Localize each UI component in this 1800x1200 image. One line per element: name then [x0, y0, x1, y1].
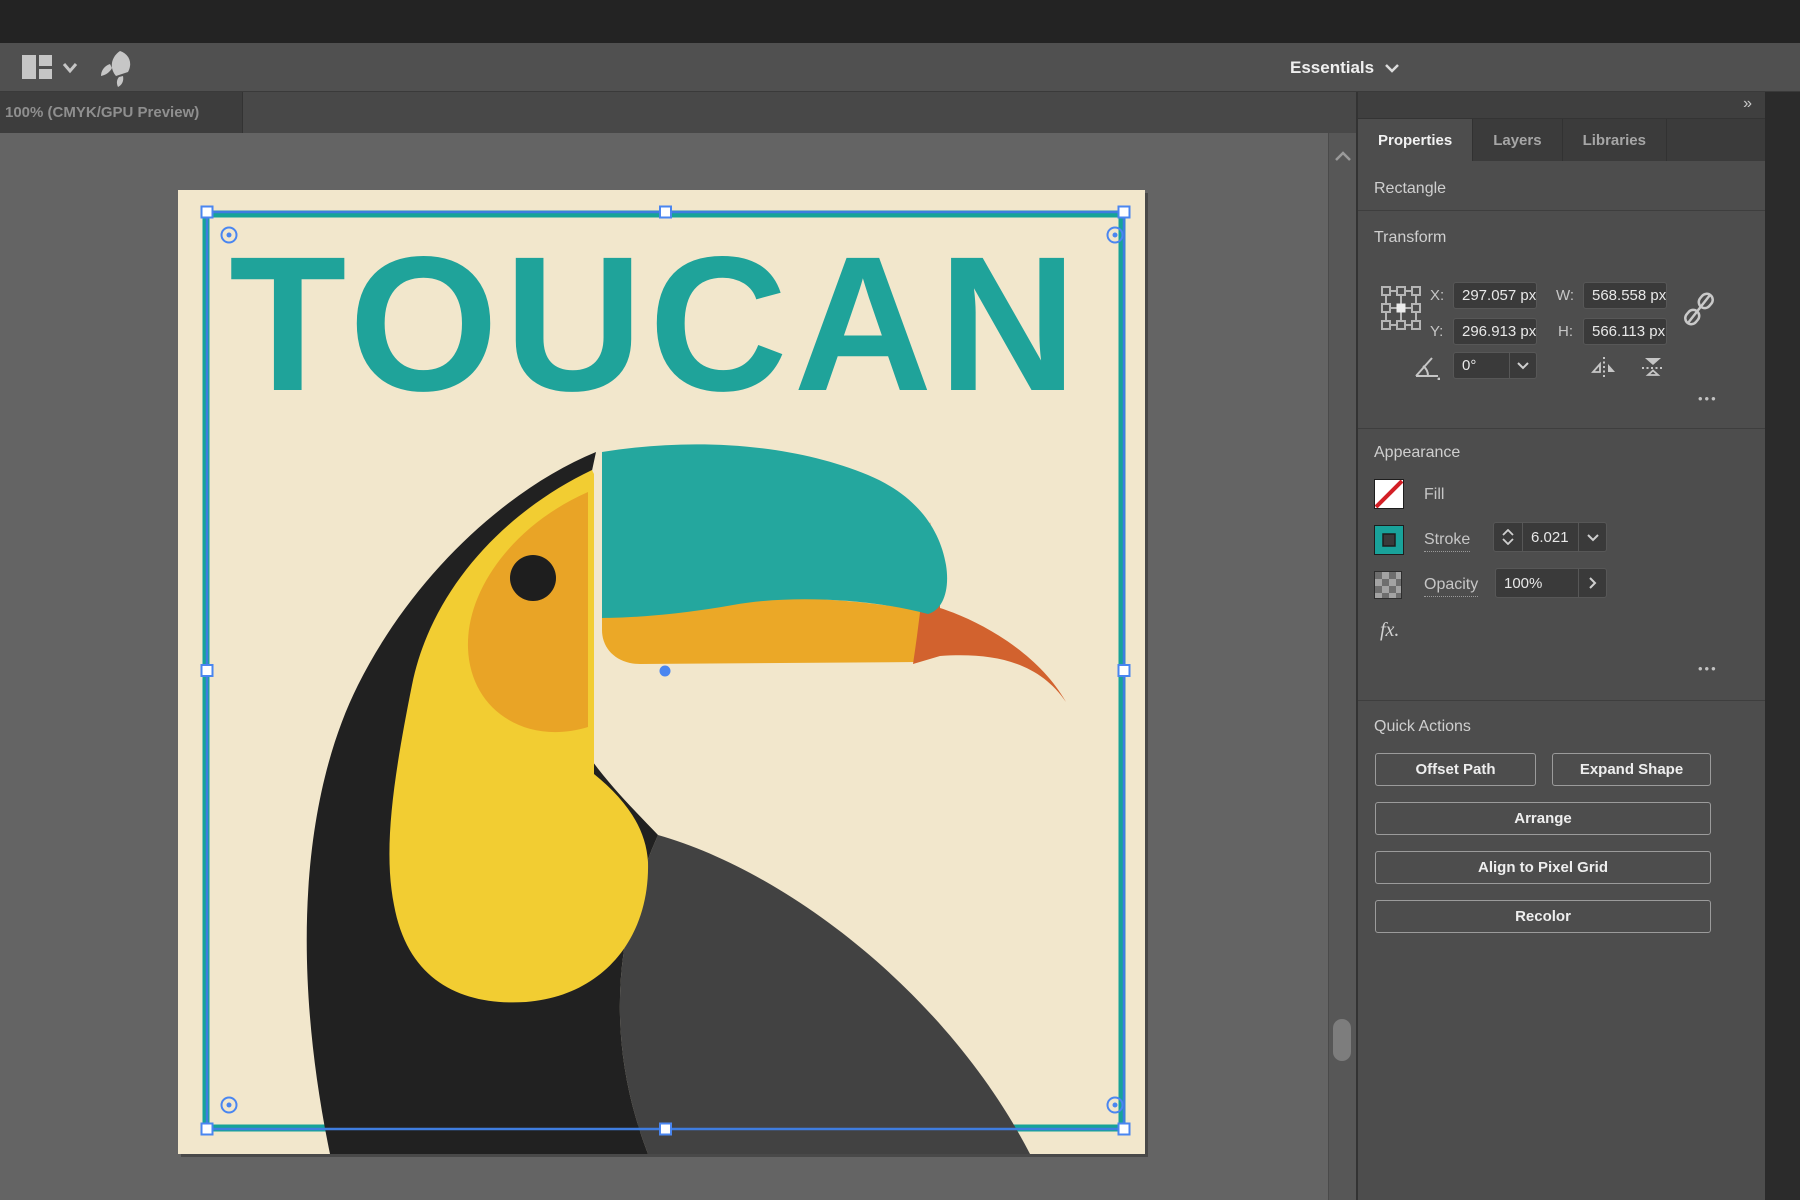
- x-label: X:: [1430, 287, 1444, 304]
- stroke-weight-dropdown[interactable]: [1578, 522, 1607, 552]
- rotation-field[interactable]: 0°: [1453, 352, 1509, 379]
- illustrator-window: Essentials 100% (CMYK/GPU Preview): [0, 0, 1800, 1200]
- fill-label: Fill: [1424, 486, 1444, 504]
- selection-handle-se[interactable]: [1119, 1124, 1130, 1135]
- selection-handle-s[interactable]: [660, 1124, 671, 1135]
- selection-handle-ne[interactable]: [1119, 207, 1130, 218]
- stroke-swatch[interactable]: [1374, 525, 1404, 555]
- x-field[interactable]: 297.057 px: [1453, 282, 1537, 309]
- y-label: Y:: [1430, 323, 1443, 340]
- properties-panel: Rectangle Transform X: 297.057 px W: 568…: [1358, 161, 1765, 1200]
- appearance-heading: Appearance: [1374, 444, 1460, 462]
- panel-dock-strip: »: [1358, 92, 1765, 119]
- selection-handle-n[interactable]: [660, 207, 671, 218]
- tab-libraries[interactable]: Libraries: [1563, 119, 1667, 161]
- artboard-poster: TOUCAN: [178, 190, 1145, 1154]
- y-field[interactable]: 296.913 px: [1453, 318, 1537, 345]
- w-field[interactable]: 568.558 px: [1583, 282, 1667, 309]
- none-fill-icon: [1375, 480, 1403, 508]
- transform-heading: Transform: [1374, 229, 1446, 247]
- stroke-label[interactable]: Stroke: [1424, 531, 1470, 552]
- opacity-swatch[interactable]: [1374, 571, 1402, 599]
- flip-vertical-icon[interactable]: [1641, 356, 1665, 380]
- document-tab-bar: 100% (CMYK/GPU Preview): [0, 92, 1358, 133]
- workspace-label: Essentials: [1290, 58, 1374, 78]
- canvas-vertical-scrollbar[interactable]: [1328, 133, 1356, 1200]
- gpu-performance-button[interactable]: [96, 52, 136, 84]
- w-label: W:: [1556, 287, 1574, 304]
- toucan-eye: [510, 555, 556, 601]
- workspace-switcher[interactable]: Essentials: [1290, 43, 1400, 92]
- rotation-dropdown[interactable]: [1509, 352, 1537, 379]
- scrollbar-thumb[interactable]: [1333, 1019, 1351, 1061]
- rocket-icon: [96, 49, 136, 87]
- appearance-more-options[interactable]: •••: [1698, 661, 1718, 676]
- poster-title-text: TOUCAN: [229, 216, 1083, 431]
- application-bar: Essentials: [0, 43, 1800, 92]
- transform-more-options[interactable]: •••: [1698, 391, 1718, 406]
- opacity-label[interactable]: Opacity: [1424, 576, 1478, 597]
- document-tab[interactable]: 100% (CMYK/GPU Preview): [0, 92, 243, 133]
- chevron-right-icon: [1588, 576, 1597, 590]
- tab-layers[interactable]: Layers: [1473, 119, 1562, 161]
- h-field[interactable]: 566.113 px: [1583, 318, 1667, 345]
- collapse-panels-button[interactable]: »: [1743, 95, 1753, 113]
- h-label: H:: [1558, 323, 1573, 340]
- panel-tab-bar: Properties Layers Libraries: [1358, 119, 1765, 161]
- selection-handle-sw[interactable]: [202, 1124, 213, 1135]
- opacity-flyout[interactable]: [1578, 568, 1607, 598]
- chevron-down-icon: [1384, 63, 1400, 73]
- window-titlebar: [0, 0, 1800, 43]
- reference-point-locator[interactable]: [1378, 283, 1424, 333]
- selection-handle-nw[interactable]: [202, 207, 213, 218]
- selection-center-point[interactable]: [660, 666, 671, 677]
- artboard-layout-icon: [22, 55, 52, 79]
- chevron-down-icon: [1586, 533, 1600, 542]
- collapsed-dock-strip: [1765, 92, 1800, 1200]
- flip-horizontal-icon[interactable]: [1591, 356, 1617, 378]
- scroll-up-icon[interactable]: [1334, 151, 1352, 163]
- chevron-down-icon: [1516, 361, 1530, 370]
- effects-fx-button[interactable]: fx.: [1380, 619, 1399, 642]
- document-tab-label: 100% (CMYK/GPU Preview): [0, 104, 199, 121]
- link-dimensions-icon[interactable]: [1684, 289, 1714, 329]
- selection-handle-w[interactable]: [202, 665, 213, 676]
- stroke-stepper[interactable]: [1493, 522, 1523, 552]
- canvas-area[interactable]: TOUCAN: [0, 133, 1328, 1200]
- quick-actions-heading: Quick Actions: [1374, 718, 1471, 736]
- selected-object-type: Rectangle: [1374, 180, 1446, 198]
- tab-properties[interactable]: Properties: [1358, 119, 1473, 161]
- layout-button[interactable]: [22, 52, 80, 84]
- stroke-color-icon: [1375, 526, 1403, 554]
- stroke-weight-field[interactable]: 6.021: [1523, 522, 1578, 552]
- arrange-button[interactable]: Arrange: [1375, 802, 1711, 835]
- recolor-button[interactable]: Recolor: [1375, 900, 1711, 933]
- expand-shape-button[interactable]: Expand Shape: [1552, 753, 1711, 786]
- rotation-angle-icon: [1414, 354, 1440, 380]
- selection-handle-e[interactable]: [1119, 665, 1130, 676]
- fill-swatch-none[interactable]: [1374, 479, 1404, 509]
- opacity-field[interactable]: 100%: [1495, 568, 1578, 598]
- align-to-pixel-grid-button[interactable]: Align to Pixel Grid: [1375, 851, 1711, 884]
- offset-path-button[interactable]: Offset Path: [1375, 753, 1536, 786]
- chevron-down-icon: [64, 64, 76, 71]
